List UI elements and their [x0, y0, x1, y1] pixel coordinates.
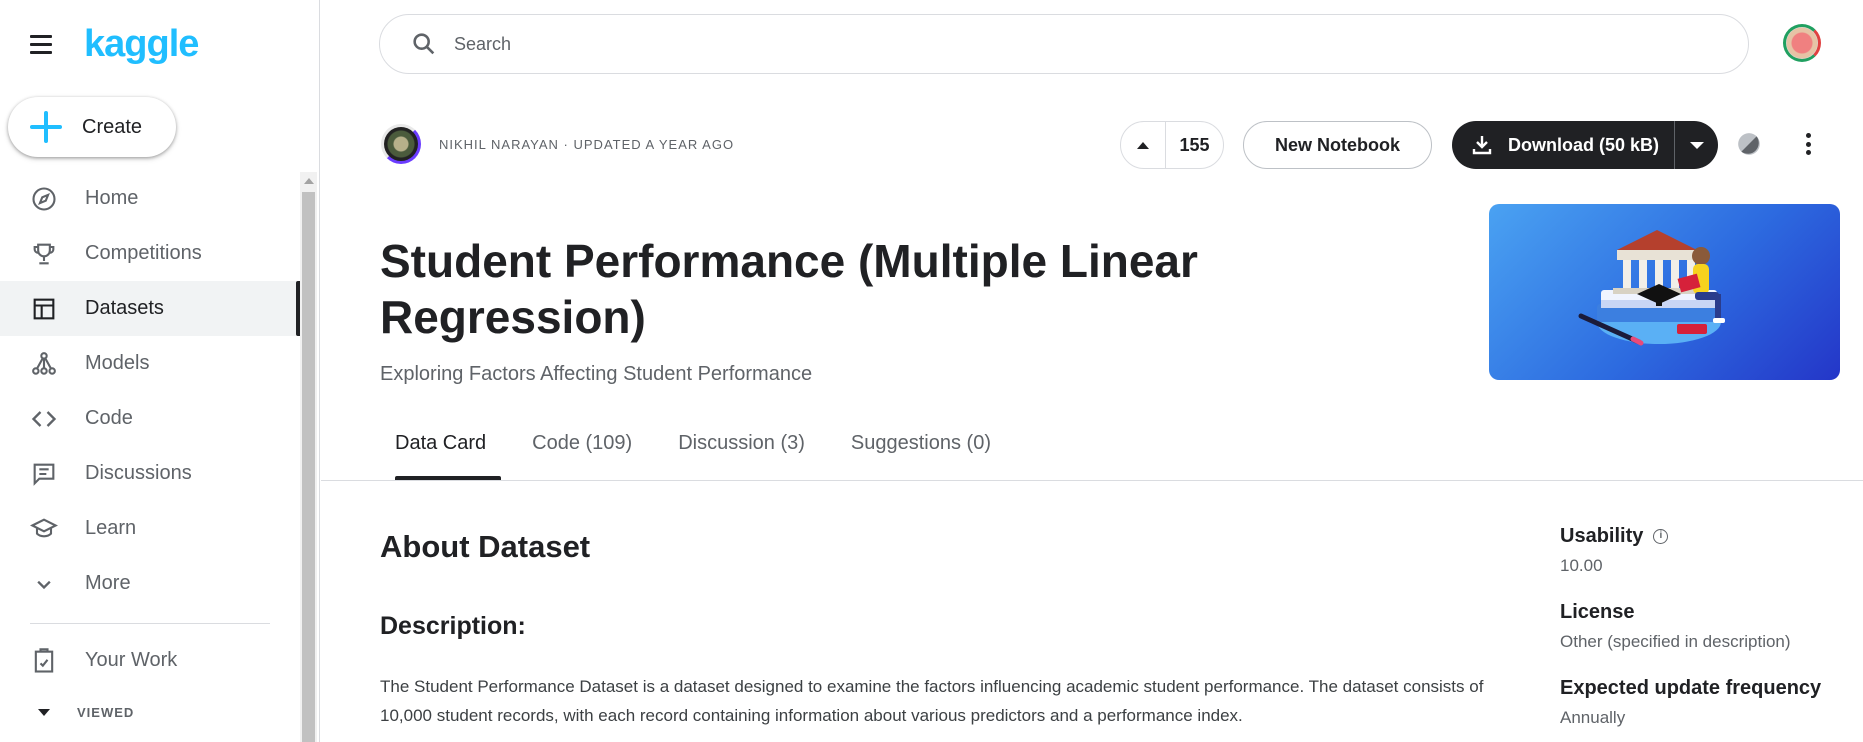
compass-icon [28, 183, 60, 215]
sidebar: kaggle Create Home Competitions Datasets… [0, 0, 320, 742]
sidebar-nav: Home Competitions Datasets Models Code D… [0, 171, 300, 611]
new-notebook-button[interactable]: New Notebook [1243, 121, 1432, 169]
tab-code[interactable]: Code (109) [532, 432, 647, 480]
sidebar-item-label: Home [85, 187, 139, 209]
scroll-thumb[interactable] [302, 192, 315, 742]
download-icon [1472, 136, 1492, 155]
models-icon [28, 348, 60, 380]
sidebar-item-label: Learn [85, 517, 137, 539]
sidebar-item-models[interactable]: Models [0, 336, 300, 391]
upvote-button[interactable] [1121, 122, 1166, 168]
search-bar[interactable] [379, 14, 1749, 74]
vote-count[interactable]: 155 [1166, 122, 1223, 168]
sidebar-item-more[interactable]: More [0, 556, 300, 611]
dataset-owner: NIKHIL NARAYAN · UPDATED A YEAR AGO [381, 124, 734, 164]
hamburger-menu-icon[interactable] [30, 30, 58, 58]
sidebar-item-your-work[interactable]: Your Work [0, 633, 300, 688]
usability-value: 10.00 [1560, 556, 1603, 575]
download-button-group: Download (50 kB) [1452, 121, 1718, 169]
update-frequency-value: Annually [1560, 708, 1626, 727]
download-label: Download (50 kB) [1508, 134, 1660, 155]
dataset-thumbnail [1489, 204, 1840, 380]
usability-block: Usability i 10.00 [1560, 525, 1860, 576]
clipboard-icon [28, 645, 60, 677]
kaggle-logo[interactable]: kaggle [84, 24, 199, 64]
sidebar-item-label: Models [85, 352, 150, 374]
usability-label: Usability [1560, 525, 1644, 547]
chat-icon [28, 458, 60, 490]
caret-down-icon [38, 708, 50, 716]
sidebar-divider [30, 623, 270, 624]
sidebar-item-label: Discussions [85, 462, 192, 484]
info-icon[interactable]: i [1653, 529, 1669, 544]
sidebar-item-label: Competitions [85, 242, 202, 264]
theme-toggle-icon[interactable] [1736, 131, 1762, 157]
sidebar-item-competitions[interactable]: Competitions [0, 226, 300, 281]
license-block: License Other (specified in description) [1560, 601, 1860, 652]
caret-up-icon [1137, 141, 1149, 149]
search-input[interactable] [454, 33, 1654, 55]
viewed-label: VIEWED [77, 704, 135, 720]
education-illustration-icon [1578, 230, 1725, 346]
create-button[interactable]: Create [8, 97, 176, 157]
sidebar-item-label: Code [85, 407, 133, 429]
license-value: Other (specified in description) [1560, 632, 1791, 651]
sidebar-item-label: Datasets [85, 297, 164, 319]
tab-discussion[interactable]: Discussion (3) [678, 432, 820, 480]
user-avatar[interactable] [1783, 24, 1821, 62]
sidebar-your-work: Your Work [0, 633, 300, 688]
code-icon [28, 403, 60, 435]
chevron-down-icon [28, 568, 60, 600]
description-heading: Description: [380, 612, 526, 640]
download-options-button[interactable] [1674, 121, 1718, 169]
tab-suggestions[interactable]: Suggestions (0) [851, 432, 1006, 480]
about-dataset-heading: About Dataset [380, 529, 591, 564]
caret-down-icon [1689, 141, 1704, 149]
update-frequency-block: Expected update frequency Annually [1560, 677, 1860, 728]
description-text: The Student Performance Dataset is a dat… [380, 677, 1484, 725]
sidebar-scrollbar[interactable] [300, 172, 317, 742]
sidebar-item-discussions[interactable]: Discussions [0, 446, 300, 501]
search-icon [413, 33, 435, 55]
tabs-divider [321, 480, 1863, 481]
graduation-cap-icon [28, 513, 60, 545]
download-button[interactable]: Download (50 kB) [1452, 121, 1674, 169]
table-icon [28, 293, 60, 325]
license-label: License [1560, 601, 1635, 623]
plus-icon [30, 111, 62, 143]
viewed-section-toggle[interactable]: VIEWED [0, 700, 134, 724]
owner-avatar[interactable] [381, 124, 421, 164]
scroll-up-arrow-icon[interactable] [304, 178, 314, 184]
dataset-subtitle: Exploring Factors Affecting Student Perf… [380, 363, 813, 385]
sidebar-item-label: Your Work [85, 649, 178, 671]
upvote-control: 155 [1120, 121, 1224, 169]
tab-data-card[interactable]: Data Card [380, 432, 502, 480]
brand: kaggle [30, 24, 199, 64]
sidebar-item-learn[interactable]: Learn [0, 501, 300, 556]
owner-meta[interactable]: NIKHIL NARAYAN · UPDATED A YEAR AGO [439, 137, 734, 152]
sidebar-item-code[interactable]: Code [0, 391, 300, 446]
create-label: Create [82, 115, 143, 138]
sidebar-item-home[interactable]: Home [0, 171, 300, 226]
trophy-icon [28, 238, 60, 270]
more-vert-icon[interactable] [1800, 130, 1816, 158]
update-frequency-label: Expected update frequency [1560, 677, 1822, 699]
dataset-title: Student Performance (Multiple Linear Reg… [380, 235, 1198, 343]
kaggle-app: kaggle Create Home Competitions Datasets… [0, 0, 1863, 742]
dataset-tabs: Data Card Code (109) Discussion (3) Sugg… [380, 432, 1006, 480]
usability-heading: Usability i [1560, 525, 1860, 548]
sidebar-item-label: More [85, 572, 131, 594]
sidebar-item-datasets[interactable]: Datasets [0, 281, 300, 336]
dataset-meta-panel: Usability i 10.00 License Other (specifi… [1560, 525, 1860, 742]
